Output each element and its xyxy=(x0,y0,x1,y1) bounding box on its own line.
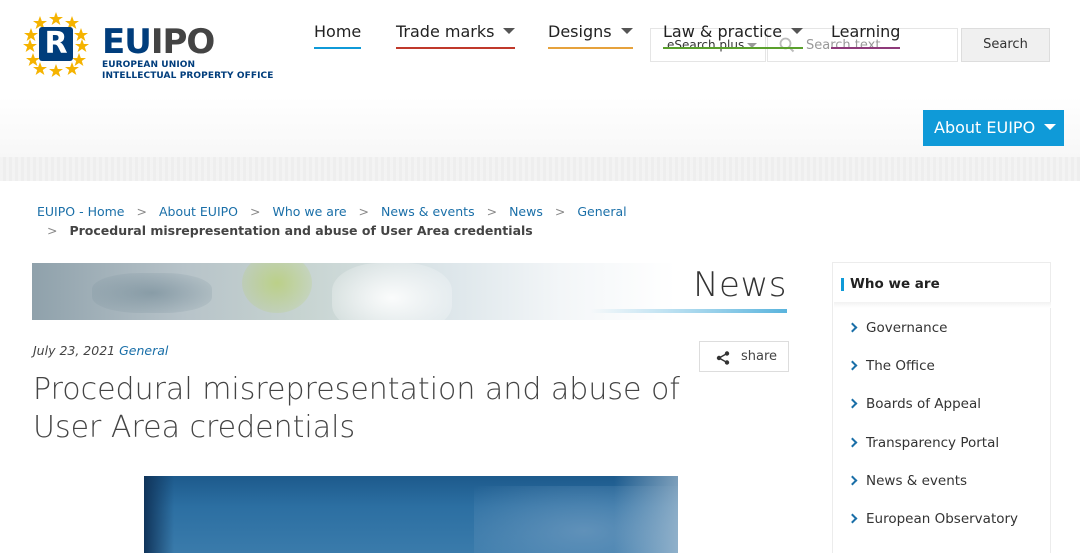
banner-texture xyxy=(242,263,312,313)
logo-wordmark: EUIPO xyxy=(102,22,215,62)
breadcrumb-separator: > xyxy=(486,204,498,219)
chevron-down-icon xyxy=(791,27,804,34)
logo-word-ipo: IPO xyxy=(150,22,215,62)
article-date: July 23, 2021 xyxy=(33,343,116,358)
nav-shadow-band xyxy=(0,157,1080,181)
nav-underline xyxy=(396,47,516,49)
article-meta: July 23, 2021 General xyxy=(33,343,168,358)
chevron-down-icon xyxy=(1044,123,1057,130)
breadcrumb-link[interactable]: General xyxy=(577,204,626,219)
main-nav xyxy=(0,97,1080,157)
breadcrumb-link[interactable]: EUIPO - Home xyxy=(37,204,124,219)
nav-item-law-practice[interactable]: Law & practice xyxy=(663,22,804,49)
sidebar-divider xyxy=(834,302,1051,308)
breadcrumb-separator: > xyxy=(136,204,147,219)
nav-item-about-euipo[interactable]: About EUIPO xyxy=(923,110,1064,146)
chevron-down-icon xyxy=(620,27,633,34)
sidebar-item-boards-of-appeal[interactable]: Boards of Appeal xyxy=(847,395,982,415)
chevron-right-icon xyxy=(847,475,858,486)
article-category-link[interactable]: General xyxy=(119,343,168,358)
euipo-logo[interactable]: R EUIPO EUROPEAN UNION INTELLECTUAL PROP… xyxy=(22,10,282,82)
chevron-right-icon xyxy=(847,322,858,333)
chevron-right-icon xyxy=(847,360,858,371)
banner-accent-line xyxy=(590,309,787,313)
nav-item-learning[interactable]: Learning xyxy=(831,22,901,49)
sidebar-item-news-events[interactable]: News & events xyxy=(847,472,968,492)
logo-sub-line1: EUROPEAN UNION xyxy=(102,60,196,70)
sidebar-item-the-office[interactable]: The Office xyxy=(847,357,935,377)
article-hero-image xyxy=(144,476,678,553)
breadcrumb-link[interactable]: Who we are xyxy=(273,204,347,219)
nav-item-designs[interactable]: Designs xyxy=(548,23,633,49)
nav-item-label: Home xyxy=(314,22,362,41)
nav-item-label: About EUIPO xyxy=(934,118,1036,137)
share-button[interactable]: share xyxy=(699,341,789,372)
chevron-right-icon xyxy=(847,437,858,448)
breadcrumb-separator: > xyxy=(554,204,566,219)
nav-item-label: Learning xyxy=(831,22,901,41)
site-header: R EUIPO EUROPEAN UNION INTELLECTUAL PROP… xyxy=(0,0,1080,97)
breadcrumb-separator: > xyxy=(358,204,369,219)
sidebar-item-label: Governance xyxy=(866,320,948,336)
sidebar-item-label: Boards of Appeal xyxy=(866,396,982,412)
nav-underline xyxy=(548,47,633,49)
sidebar-item-label: European Observatory xyxy=(866,511,1019,527)
share-icon xyxy=(716,351,730,365)
sidebar-item-governance[interactable]: Governance xyxy=(847,319,948,339)
banner-texture xyxy=(92,273,212,313)
breadcrumb-separator: > xyxy=(47,223,58,238)
chevron-right-icon xyxy=(847,513,858,524)
breadcrumb-link[interactable]: About EUIPO xyxy=(159,204,238,219)
nav-underline xyxy=(663,47,804,49)
sidebar-heading-label: Who we are xyxy=(850,276,940,292)
nav-item-label: Law & practice xyxy=(663,22,783,41)
breadcrumb: EUIPO - Home > About EUIPO > Who we are > News… xyxy=(37,204,627,220)
logo-subtitle: EUROPEAN UNION INTELLECTUAL PROPERTY OFF… xyxy=(102,60,273,82)
breadcrumb-link[interactable]: News xyxy=(509,204,543,219)
sidebar-item-label: The Office xyxy=(866,358,935,374)
logo-word-eu: EU xyxy=(102,22,152,62)
chevron-down-icon xyxy=(503,27,516,34)
logo-sub-line2: INTELLECTUAL PROPERTY OFFICE xyxy=(102,71,274,81)
nav-item-trade-marks[interactable]: Trade marks xyxy=(396,22,516,49)
logo-mark-letter: R xyxy=(44,26,68,61)
sidebar-item-label: News & events xyxy=(866,473,968,489)
euipo-r-mark: R xyxy=(39,27,73,61)
sidebar-item-european-observatory[interactable]: European Observatory xyxy=(847,510,1019,530)
breadcrumb-current: Procedural misrepresentation and abuse o… xyxy=(69,223,533,238)
breadcrumb-current-row: > Procedural misrepresentation and abuse … xyxy=(47,223,533,239)
share-label: share xyxy=(741,349,778,364)
nav-item-home[interactable]: Home xyxy=(314,22,362,49)
search-button[interactable]: Search xyxy=(961,28,1050,62)
sidebar-item-label: Transparency Portal xyxy=(866,435,1000,451)
sidebar: Who we are Governance The Office Boards … xyxy=(832,262,1051,553)
article-title: Procedural misrepresentation and abuse o… xyxy=(33,372,680,445)
chevron-right-icon xyxy=(847,398,858,409)
banner-title: News xyxy=(693,265,787,305)
banner-texture xyxy=(332,263,452,320)
sidebar-heading-accent xyxy=(841,278,844,291)
nav-underline xyxy=(831,47,901,49)
nav-item-label: Trade marks xyxy=(396,22,495,41)
breadcrumb-link[interactable]: News & events xyxy=(381,204,475,219)
breadcrumb-separator: > xyxy=(250,204,261,219)
nav-underline xyxy=(314,47,362,49)
hero-texture xyxy=(144,476,174,553)
hero-texture xyxy=(614,476,678,553)
nav-item-label: Designs xyxy=(548,22,612,41)
sidebar-item-transparency-portal[interactable]: Transparency Portal xyxy=(847,434,1000,454)
sidebar-heading: Who we are xyxy=(841,275,940,295)
